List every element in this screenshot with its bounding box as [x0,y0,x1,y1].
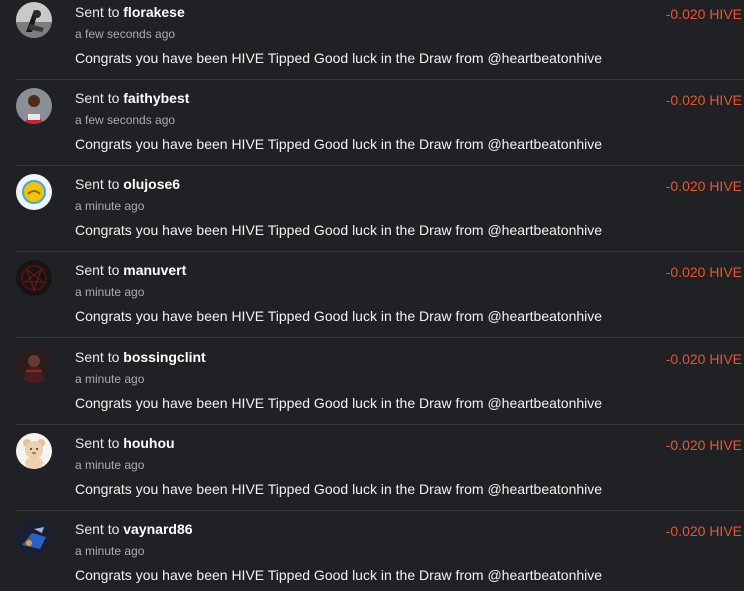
transfer-title: Sent to manuvert [75,262,186,278]
transfer-amount: -0.020 HIVE [665,264,742,280]
transfer-row: Sent to faithybest a few seconds ago Con… [0,86,744,172]
recipient-username[interactable]: bossingclint [123,349,205,365]
transfer-memo: Congrats you have been HIVE Tipped Good … [75,136,603,152]
sent-to-label: Sent to [75,262,120,278]
transfer-timestamp: a minute ago [75,458,145,472]
transfer-timestamp: a few seconds ago [75,113,176,127]
transfer-title: Sent to vaynard86 [75,521,193,537]
recipient-username[interactable]: vaynard86 [123,521,192,537]
transfer-timestamp: a few seconds ago [75,27,176,41]
transfer-amount: -0.020 HIVE [665,92,742,108]
transfer-amount: -0.020 HIVE [665,6,742,22]
transfer-memo: Congrats you have been HIVE Tipped Good … [75,481,603,497]
transfer-title: Sent to houhou [75,435,175,451]
teddy-bear-avatar-icon[interactable] [16,433,52,469]
transfer-title: Sent to florakese [75,4,185,20]
transfer-title: Sent to faithybest [75,90,189,106]
transfer-timestamp: a minute ago [75,199,145,213]
warrior-avatar-icon[interactable] [16,347,52,383]
transfer-title: Sent to bossingclint [75,349,206,365]
transfer-timestamp: a minute ago [75,285,145,299]
recipient-username[interactable]: faithybest [123,90,189,106]
yellow-badge-avatar-icon[interactable] [16,174,52,210]
transfer-row: Sent to manuvert a minute ago Congrats y… [0,258,744,344]
transfer-title: Sent to olujose6 [75,176,180,192]
sent-to-label: Sent to [75,435,120,451]
person-avatar-icon[interactable] [16,88,52,124]
transfer-timestamp: a minute ago [75,544,145,558]
transfer-row: Sent to houhou a minute ago Congrats you… [0,431,744,517]
row-divider [16,251,744,252]
sent-to-label: Sent to [75,349,120,365]
transfer-amount: -0.020 HIVE [665,523,742,539]
transfer-row: Sent to vaynard86 a minute ago Congrats … [0,517,744,591]
transfer-memo: Congrats you have been HIVE Tipped Good … [75,50,603,66]
transfer-amount: -0.020 HIVE [665,178,742,194]
transfer-row: Sent to bossingclint a minute ago Congra… [0,345,744,431]
recipient-username[interactable]: florakese [123,4,184,20]
row-divider [16,510,744,511]
rider-avatar-icon[interactable] [16,2,52,38]
recipient-username[interactable]: manuvert [123,262,186,278]
sent-to-label: Sent to [75,4,120,20]
recipient-username[interactable]: olujose6 [123,176,180,192]
transfer-memo: Congrats you have been HIVE Tipped Good … [75,308,603,324]
sent-to-label: Sent to [75,176,120,192]
pentagram-avatar-icon[interactable] [16,260,52,296]
row-divider [16,424,744,425]
sent-to-label: Sent to [75,90,120,106]
sent-to-label: Sent to [75,521,120,537]
transfer-memo: Congrats you have been HIVE Tipped Good … [75,567,603,583]
transfer-memo: Congrats you have been HIVE Tipped Good … [75,395,603,411]
transfer-timestamp: a minute ago [75,372,145,386]
row-divider [16,165,744,166]
blue-robot-avatar-icon[interactable] [16,519,52,555]
row-divider [16,79,744,80]
row-divider [16,337,744,338]
transfer-amount: -0.020 HIVE [665,437,742,453]
transfer-amount: -0.020 HIVE [665,351,742,367]
transfer-row: Sent to olujose6 a minute ago Congrats y… [0,172,744,258]
transfer-row: Sent to florakese a few seconds ago Cong… [0,0,744,86]
transfer-memo: Congrats you have been HIVE Tipped Good … [75,222,603,238]
recipient-username[interactable]: houhou [123,435,174,451]
transfer-list: Sent to florakese a few seconds ago Cong… [0,0,744,591]
